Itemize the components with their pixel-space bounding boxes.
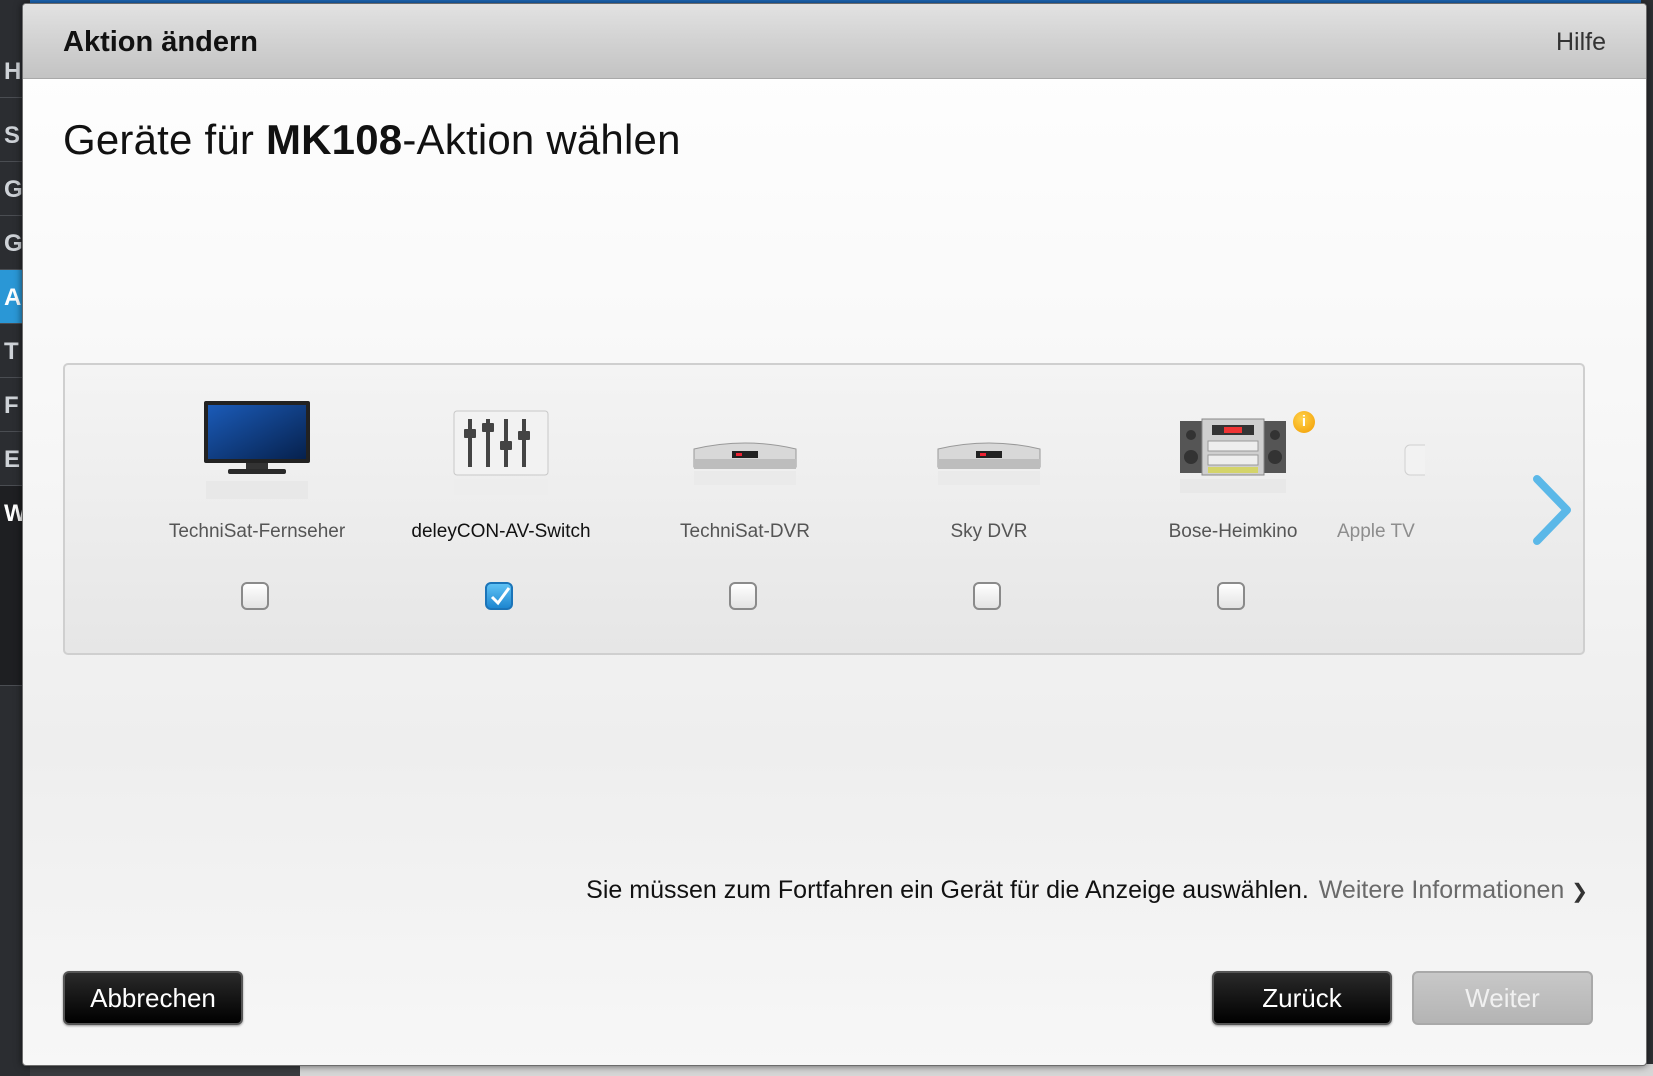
heading-suffix: -Aktion wählen [402,116,681,163]
heading-prefix: Geräte für [63,116,266,163]
apple-tv-icon [1403,401,1425,511]
device-checkbox[interactable] [1217,582,1245,610]
device-tile-technisat-tv[interactable]: TechniSat-Fernseher [147,365,367,653]
device-label: TechniSat-Fernseher [168,521,346,542]
device-tile-sky-dvr[interactable]: Sky DVR [879,365,1099,653]
selection-notice: Sie müssen zum Fortfahren ein Gerät für … [586,876,1588,905]
next-button[interactable]: Weiter [1412,971,1593,1025]
dialog-titlebar: Aktion ändern Hilfe [23,4,1646,79]
av-switch-icon [446,401,556,511]
device-tile-apple-tv[interactable]: Apple TV [1305,365,1425,653]
heading-device-name: MK108 [265,116,403,163]
dvr-icon [690,401,800,511]
device-checkbox[interactable] [241,582,269,610]
device-label: Sky DVR [950,521,1028,542]
carousel-next-arrow-icon[interactable] [1529,475,1573,545]
device-tile-av-switch[interactable]: deleyCON-AV-Switch [391,365,611,653]
more-info-label: Weitere Informationen [1318,876,1565,904]
tv-icon [202,401,312,511]
device-checkbox[interactable] [729,582,757,610]
dvr-icon [934,401,1044,511]
back-button[interactable]: Zurück [1212,971,1392,1025]
more-info-link[interactable]: Weitere Informationen ❯ [1319,876,1588,904]
checkmark-icon [490,587,511,606]
device-checkbox[interactable] [973,582,1001,610]
notice-text: Sie müssen zum Fortfahren ein Gerät für … [586,876,1309,904]
device-tile-technisat-dvr[interactable]: TechniSat-DVR [635,365,855,653]
home-theater-icon [1178,401,1288,511]
device-label: Apple TV [1337,521,1415,542]
chevron-right-icon: ❯ [1571,881,1588,903]
page-heading: Geräte für MK108-Aktion wählen [63,116,681,164]
dialog-title: Aktion ändern [63,26,258,58]
device-label: TechniSat-DVR [680,521,810,542]
device-label: deleyCON-AV-Switch [411,521,591,542]
help-link[interactable]: Hilfe [1556,28,1606,57]
cancel-button[interactable]: Abbrechen [63,971,243,1025]
edit-action-dialog: Aktion ändern Hilfe Geräte für MK108-Akt… [22,3,1647,1066]
device-carousel: TechniSat-Fernseher deleyCON-AV-Switch T… [63,363,1585,655]
device-checkbox-checked[interactable] [485,582,513,610]
